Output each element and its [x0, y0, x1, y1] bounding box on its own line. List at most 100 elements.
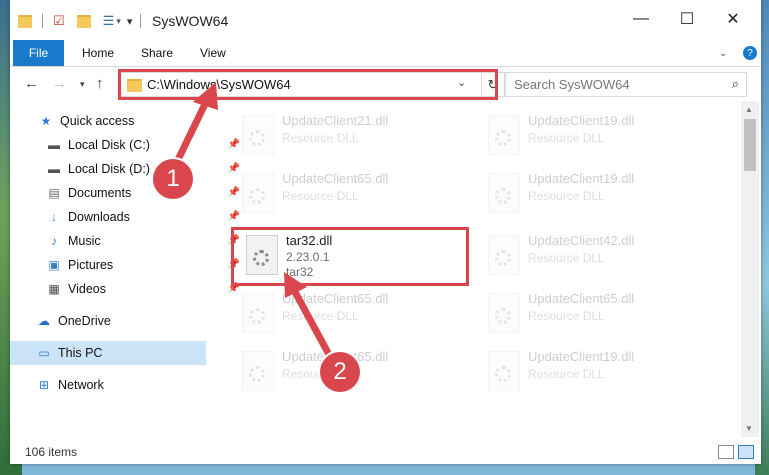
- up-arrow-icon[interactable]: ↑: [96, 75, 104, 92]
- file-item[interactable]: UpdateClient21.dll Resource DLL: [234, 109, 464, 161]
- drive-icon: ▬: [48, 138, 60, 152]
- sidebar-item-local-disk-c[interactable]: ▬ Local Disk (C:) 📌: [10, 133, 242, 157]
- step-badge-1: 1: [153, 159, 193, 199]
- drive-icon: ▬: [48, 162, 60, 176]
- sidebar-item-label: Music: [68, 234, 101, 248]
- view-options-icon[interactable]: ☰: [103, 13, 115, 29]
- file-description: Resource DLL: [528, 189, 605, 203]
- window-title: SysWOW64: [152, 13, 229, 29]
- file-description: Resource DLL: [282, 309, 359, 323]
- music-icon: ♪: [51, 234, 57, 248]
- dll-file-icon: [488, 115, 520, 155]
- file-name: UpdateClient19.dll: [528, 349, 635, 364]
- sidebar-item-onedrive[interactable]: ☁ OneDrive: [10, 309, 232, 333]
- minimize-button[interactable]: —: [618, 0, 664, 38]
- file-description: Resource DLL: [282, 189, 359, 203]
- file-item[interactable]: UpdateClient65.dll Resource DLL: [234, 287, 464, 339]
- scroll-up-icon[interactable]: ▲: [745, 105, 753, 114]
- file-name: UpdateClient65.dll: [528, 291, 635, 306]
- search-icon[interactable]: ⌕: [732, 76, 739, 92]
- file-description: Resource DLL: [528, 131, 605, 145]
- dll-file-icon: [488, 173, 520, 213]
- sidebar-item-label: OneDrive: [58, 314, 111, 328]
- folder-icon: [18, 14, 32, 28]
- chevron-down-icon[interactable]: ⌄: [719, 40, 727, 66]
- file-item[interactable]: UpdateClient65.dll Resource DLL: [480, 287, 710, 339]
- tab-file[interactable]: File: [13, 40, 64, 66]
- sidebar-item-label: Network: [58, 378, 104, 392]
- dll-file-icon: [242, 293, 274, 333]
- sidebar-item-label: This PC: [58, 346, 103, 360]
- sidebar-item-pictures[interactable]: ▣ Pictures 📌: [10, 253, 242, 277]
- sidebar-item-music[interactable]: ♪ Music 📌: [10, 229, 242, 253]
- scroll-down-icon[interactable]: ▼: [745, 424, 753, 433]
- file-item[interactable]: UpdateClient65.dll Resource DLL: [234, 167, 464, 219]
- file-item[interactable]: UpdateClient19.dll Resource DLL: [480, 345, 710, 397]
- toolbar-divider: [42, 14, 43, 28]
- status-bar: 106 items: [10, 440, 761, 464]
- cloud-icon: ☁: [38, 314, 50, 328]
- chevron-down-icon[interactable]: ▾: [116, 16, 121, 27]
- navigation-pane: ★ Quick access ▬ Local Disk (C:) 📌 ▬ Loc…: [10, 101, 240, 437]
- sidebar-item-local-disk-d[interactable]: ▬ Local Disk (D:) 📌: [10, 157, 242, 181]
- tab-view[interactable]: View: [200, 40, 226, 66]
- sidebar-item-label: Local Disk (C:): [68, 138, 150, 152]
- sidebar-item-videos[interactable]: ▦ Videos 📌: [10, 277, 242, 301]
- ribbon-tabs: File Home Share View ⌄ ?: [10, 40, 761, 67]
- file-name: UpdateClient21.dll: [282, 113, 389, 128]
- dll-file-icon: [488, 293, 520, 333]
- dll-file-icon: [242, 115, 274, 155]
- file-description: Resource DLL: [528, 367, 605, 381]
- file-name: UpdateClient19.dll: [528, 113, 635, 128]
- file-description: Resource DLL: [528, 309, 605, 323]
- dll-file-icon: [242, 351, 274, 391]
- sidebar-item-label: Quick access: [60, 114, 135, 128]
- back-arrow-icon[interactable]: ←: [24, 75, 39, 92]
- dll-file-icon: [488, 235, 520, 275]
- toolbar-divider: [140, 14, 142, 28]
- quick-access-toolbar: ☑ ☰ ▾ ▾: [18, 13, 142, 29]
- file-name: UpdateClient42.dll: [528, 233, 635, 248]
- file-item[interactable]: UpdateClient19.dll Resource DLL: [480, 109, 710, 161]
- maximize-button[interactable]: ☐: [664, 0, 710, 38]
- star-icon: ★: [40, 114, 52, 128]
- sidebar-item-label: Videos: [68, 282, 106, 296]
- file-description: Resource DLL: [282, 131, 359, 145]
- step-badge-2: 2: [320, 352, 360, 392]
- file-highlight: [231, 227, 469, 286]
- new-folder-icon[interactable]: [76, 14, 91, 28]
- help-icon[interactable]: ?: [743, 40, 757, 66]
- videos-icon: ▦: [48, 282, 60, 296]
- sidebar-item-label: Downloads: [68, 210, 130, 224]
- recent-locations-icon[interactable]: ▾: [80, 79, 85, 90]
- address-bar-highlight: [118, 69, 498, 100]
- tab-home[interactable]: Home: [82, 40, 114, 66]
- details-view-icon[interactable]: [718, 445, 734, 459]
- scrollbar-thumb[interactable]: [744, 119, 756, 171]
- sidebar-item-label: Pictures: [68, 258, 114, 272]
- dll-file-icon: [242, 173, 274, 213]
- file-item[interactable]: UpdateClient42.dll Resource DLL: [480, 229, 710, 281]
- large-icons-view-icon[interactable]: [738, 445, 754, 459]
- file-name: UpdateClient65.dll: [282, 171, 389, 186]
- file-item[interactable]: UpdateClient19.dll Resource DLL: [480, 167, 710, 219]
- search-input[interactable]: Search SysWOW64 ⌕: [505, 72, 747, 97]
- sidebar-item-documents[interactable]: ▤ Documents 📌: [10, 181, 242, 205]
- sidebar-item-label: Documents: [68, 186, 132, 200]
- documents-icon: ▤: [48, 186, 60, 200]
- computer-icon: ▭: [38, 346, 50, 360]
- forward-arrow-icon[interactable]: →: [52, 75, 67, 92]
- vertical-scrollbar[interactable]: ▲ ▼: [741, 101, 759, 437]
- customize-toolbar-icon[interactable]: ▾: [127, 15, 133, 28]
- sidebar-item-label: Local Disk (D:): [68, 162, 150, 176]
- tab-share[interactable]: Share: [141, 40, 173, 66]
- sidebar-item-network[interactable]: ⊞ Network: [10, 373, 232, 397]
- item-count: 106 items: [25, 445, 78, 459]
- sidebar-item-downloads[interactable]: ↓ Downloads 📌: [10, 205, 242, 229]
- sidebar-item-this-pc[interactable]: ▭ This PC: [10, 341, 206, 365]
- dll-file-icon: [488, 351, 520, 391]
- pictures-icon: ▣: [48, 258, 60, 272]
- close-button[interactable]: ✕: [710, 0, 756, 38]
- properties-icon[interactable]: ☑: [53, 13, 65, 29]
- sidebar-item-quick-access[interactable]: ★ Quick access: [10, 109, 234, 133]
